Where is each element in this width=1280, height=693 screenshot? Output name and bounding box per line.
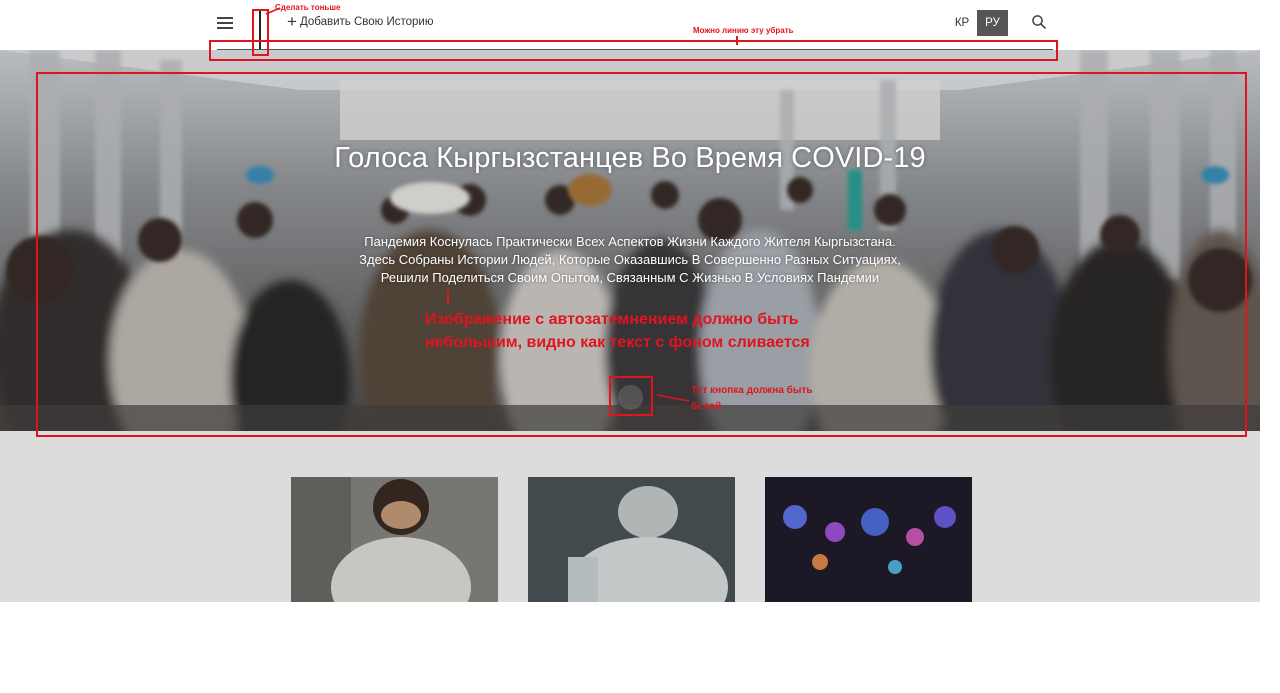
site-header: + Добавить Свою Историю КР РУ xyxy=(0,0,1280,52)
story-card[interactable] xyxy=(765,477,972,602)
story-card[interactable] xyxy=(291,477,498,602)
photo-city-lights-icon xyxy=(765,477,972,602)
annotation-tick xyxy=(736,36,738,45)
hero-description-line: Пандемия Коснулась Практически Всех Аспе… xyxy=(364,234,896,249)
hero-title: Голоса Кыргызстанцев Во Время COVID-19 xyxy=(334,142,926,174)
story-card[interactable] xyxy=(528,477,735,602)
stories-section xyxy=(0,431,1260,602)
hamburger-menu-icon[interactable] xyxy=(217,15,233,29)
search-icon[interactable] xyxy=(1031,14,1047,30)
lang-ru-button[interactable]: РУ xyxy=(977,10,1008,36)
plus-icon: + xyxy=(287,12,297,31)
annotation-tick xyxy=(447,290,449,304)
hero-description-line: Здесь Собраны Истории Людей, Которые Ока… xyxy=(359,252,901,267)
chevron-down-icon xyxy=(625,394,637,401)
hero-description-line: Решили Поделиться Своим Опытом, Связанны… xyxy=(380,270,880,285)
annotation-arrow-button xyxy=(656,394,690,402)
scroll-down-button[interactable] xyxy=(618,385,643,410)
lang-kr-button[interactable]: КР xyxy=(947,10,977,36)
add-story-button[interactable]: + Добавить Свою Историю xyxy=(287,13,433,31)
annotation-arrow-thinner xyxy=(265,7,281,15)
photo-medical-worker-icon xyxy=(528,477,735,602)
hero-description: Пандемия Коснулась Практически Всех Аспе… xyxy=(300,233,960,287)
hero-banner: Голоса Кыргызстанцев Во Время COVID-19 П… xyxy=(0,50,1260,431)
add-story-label: Добавить Свою Историю xyxy=(299,16,434,28)
header-divider xyxy=(259,10,261,52)
photo-smiling-person-icon xyxy=(291,477,498,602)
